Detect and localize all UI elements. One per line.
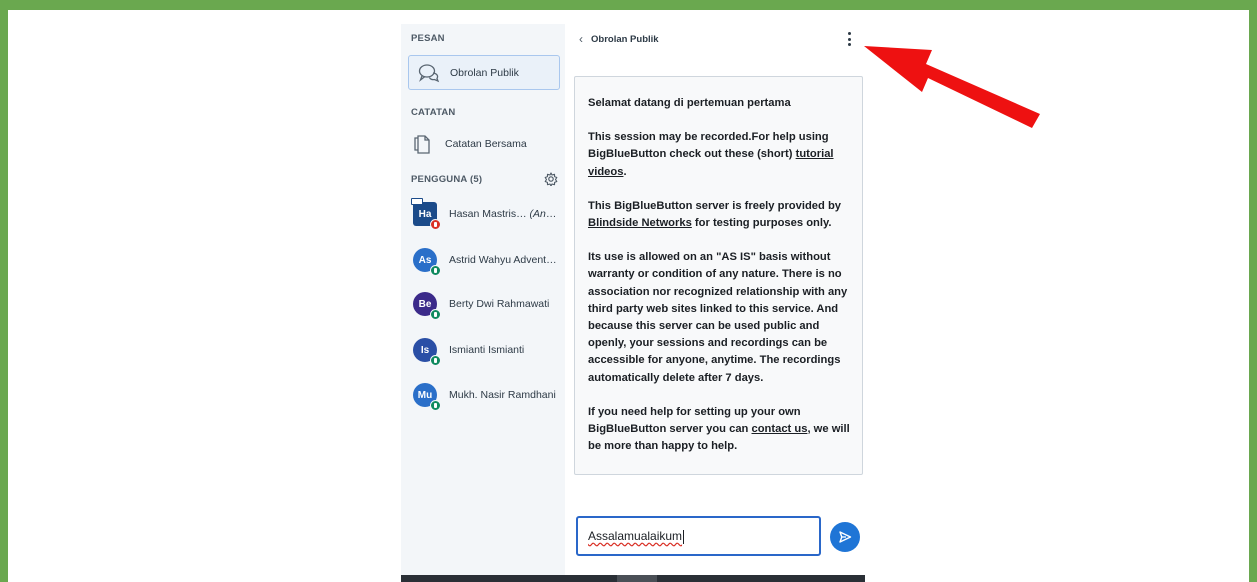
avatar-initials: As [418,254,432,266]
shared-notes-label: Catatan Bersama [445,138,527,150]
user-name: Berty Dwi Rahmawati [449,298,550,310]
chat-panel: ‹ Obrolan Publik Selamat datang di perte… [565,24,865,582]
welcome-text: This session may be recorded.For help us… [588,131,829,161]
welcome-paragraph: If you need help for setting up your own… [588,404,850,456]
text-caret [683,529,685,544]
user-item[interactable]: As Astrid Wahyu Advent… [413,245,563,276]
shared-notes-item[interactable]: Catatan Bersama [413,130,563,158]
bottom-bar-segment [617,575,657,582]
contact-us-link[interactable]: contact us [752,423,808,435]
user-name: Hasan Mastris… (Anda) [449,208,557,220]
welcome-message: Selamat datang di pertemuan pertama This… [574,76,863,475]
user-item[interactable]: Mu Mukh. Nasir Ramdhani [413,380,563,411]
avatar-initials: Mu [417,389,433,401]
listen-only-icon [430,400,441,411]
avatar: Mu [413,383,441,411]
avatar: Is [413,338,441,366]
message-input-text: Assalamualaikum [588,529,683,543]
avatar-initials: Ha [418,208,432,220]
messages-header: PESAN [411,33,445,44]
chat-header[interactable]: ‹ Obrolan Publik [579,32,659,46]
avatar: Ha [411,198,441,230]
user-item[interactable]: Be Berty Dwi Rahmawati [413,289,563,320]
welcome-text: for testing purposes only. [691,217,832,230]
send-button[interactable] [830,522,860,552]
chat-title: Obrolan Publik [591,33,659,45]
welcome-heading: Selamat datang di pertemuan pertama [588,97,791,109]
welcome-text: . [623,165,627,178]
user-list-panel: PESAN Obrolan Publik CATATAN Catatan Ber… [401,24,565,582]
welcome-paragraph: This BigBlueButton server is freely prov… [588,198,850,232]
annotation-arrow-icon [864,46,1040,128]
listen-only-icon [430,355,441,366]
message-input[interactable]: Assalamualaikum [576,516,821,556]
user-item[interactable]: Is Ismianti Ismianti [413,335,563,366]
user-name: Mukh. Nasir Ramdhani [449,389,556,401]
avatar: As [413,248,441,276]
user-item[interactable]: Ha Hasan Mastris… (Anda) [411,198,563,230]
users-header: PENGGUNA (5) [411,174,483,185]
you-suffix: (Anda) [529,208,557,220]
public-chat-label: Obrolan Publik [450,66,519,79]
user-name: Astrid Wahyu Advent… [449,254,557,266]
user-name: Ismianti Ismianti [449,344,525,356]
user-name-text: Hasan Mastris… [449,208,527,220]
bottom-bar [401,575,865,582]
listen-only-icon [430,309,441,320]
notes-header: CATATAN [411,107,456,118]
chat-bubbles-icon [418,63,440,83]
presenter-icon [411,198,423,205]
document-icon [413,133,431,155]
avatar: Be [413,292,441,320]
public-chat-item[interactable]: Obrolan Publik [408,55,560,90]
welcome-text: This BigBlueButton server is freely prov… [588,199,842,212]
listen-only-icon [430,265,441,276]
avatar-initials: Be [418,298,432,310]
send-icon [838,530,852,544]
welcome-paragraph: This session may be recorded.For help us… [588,129,850,181]
avatar-initials: Is [420,344,430,356]
blindside-networks-link[interactable]: Blindside Networks [588,217,692,229]
gear-icon[interactable] [544,172,558,187]
chevron-left-icon[interactable]: ‹ [579,32,583,46]
welcome-paragraph: Its use is allowed on an "AS IS" basis w… [588,251,848,384]
muted-mic-icon [430,219,441,230]
chat-options-icon[interactable] [845,32,853,46]
